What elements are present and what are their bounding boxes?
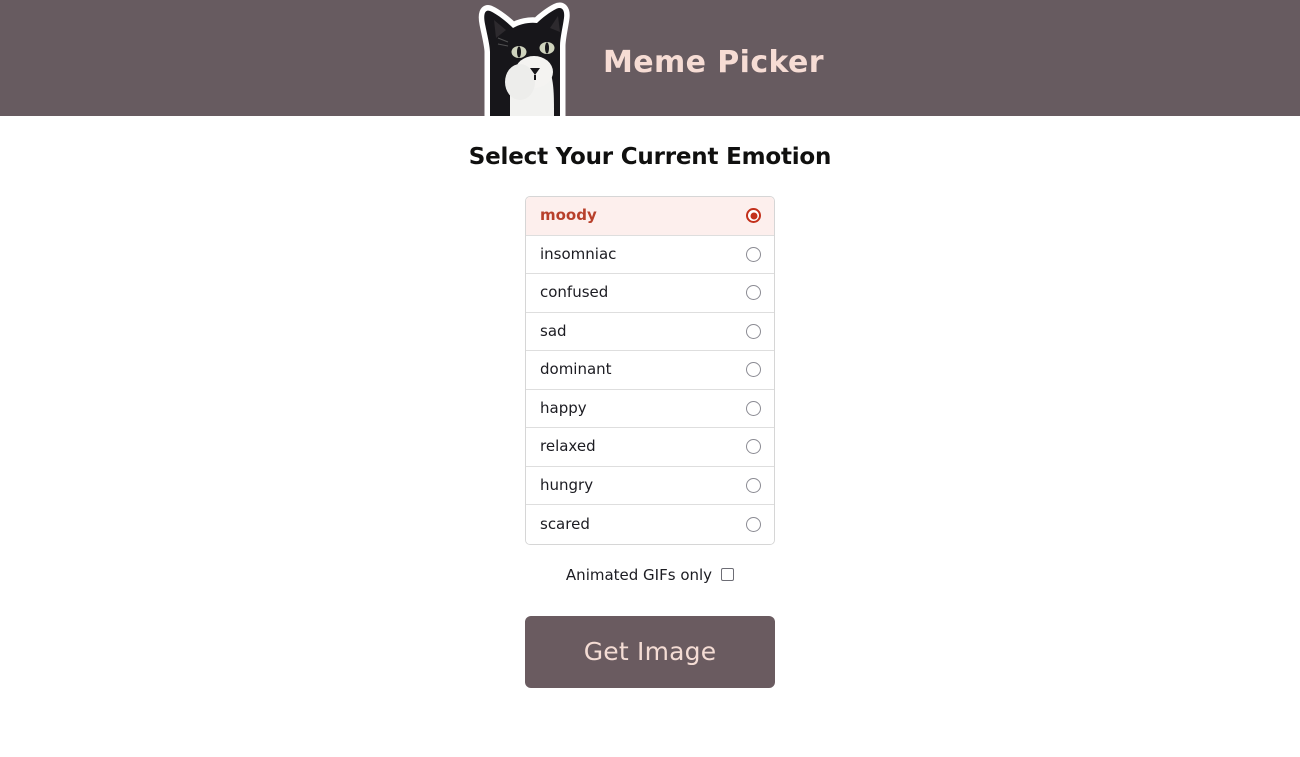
radio-button-confused[interactable] <box>746 285 761 301</box>
cat-sticker-icon <box>478 2 570 116</box>
emotion-list[interactable]: moody insomniac confused sad dominant ha… <box>525 196 775 545</box>
animated-gifs-filter-row[interactable]: Animated GIFs only <box>565 565 735 584</box>
emotion-label: happy <box>540 398 587 417</box>
emotion-option-insomniac[interactable]: insomniac <box>526 235 774 274</box>
emotion-label: insomniac <box>540 244 617 263</box>
emotion-option-confused[interactable]: confused <box>526 274 774 313</box>
radio-button-sad[interactable] <box>746 323 761 339</box>
emotion-label: dominant <box>540 360 612 379</box>
main-content: Select Your Current Emotion moody insomn… <box>0 116 1300 688</box>
radio-button-hungry[interactable] <box>746 477 761 493</box>
emotion-option-relaxed[interactable]: relaxed <box>526 428 774 467</box>
emotion-option-sad[interactable]: sad <box>526 312 774 351</box>
emotion-option-moody[interactable]: moody <box>526 197 774 236</box>
emotion-label: moody <box>540 206 597 225</box>
header-inner: Meme Picker <box>476 0 824 116</box>
emotion-option-hungry[interactable]: hungry <box>526 466 774 505</box>
animated-gifs-checkbox[interactable] <box>721 568 735 581</box>
emotion-label: hungry <box>540 475 594 494</box>
radio-button-happy[interactable] <box>746 400 761 416</box>
emotion-label: sad <box>540 321 567 340</box>
radio-button-relaxed[interactable] <box>746 439 761 455</box>
radio-button-insomniac[interactable] <box>746 246 761 262</box>
radio-button-moody[interactable] <box>746 208 761 224</box>
page-title: Select Your Current Emotion <box>468 144 832 170</box>
emotion-option-dominant[interactable]: dominant <box>526 351 774 390</box>
get-image-button[interactable]: Get Image <box>525 615 775 688</box>
emotion-label: relaxed <box>540 437 596 456</box>
app-header: Meme Picker <box>0 0 1300 116</box>
animated-gifs-label: Animated GIFs only <box>565 565 713 584</box>
emotion-label: confused <box>540 283 609 302</box>
radio-button-dominant[interactable] <box>746 362 761 378</box>
emotion-option-happy[interactable]: happy <box>526 389 774 428</box>
app-title: Meme Picker <box>603 45 824 80</box>
logo-wrap <box>476 0 581 116</box>
radio-button-scared[interactable] <box>746 516 761 532</box>
emotion-option-scared[interactable]: scared <box>526 505 774 544</box>
emotion-label: scared <box>540 514 590 533</box>
